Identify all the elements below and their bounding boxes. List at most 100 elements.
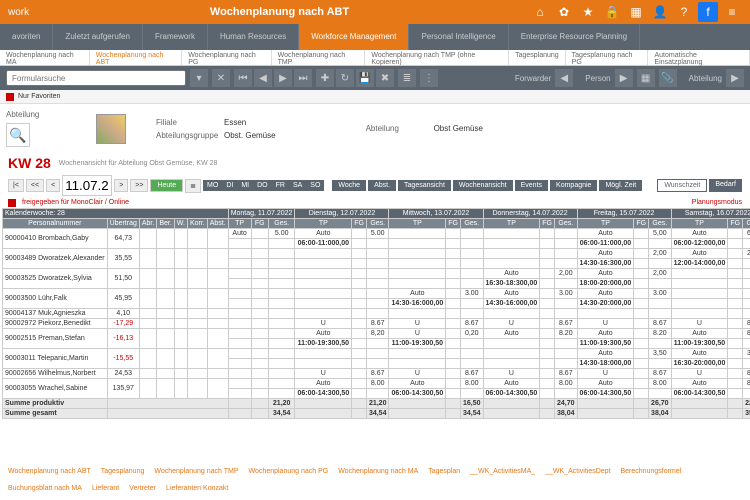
data-cell[interactable] [460, 309, 483, 319]
person-cell[interactable]: 90003011 Telepanic,Martin [3, 349, 108, 369]
table-row[interactable]: 90000410 Brombach,Gaby64,73Auto5.00Auto5… [3, 229, 750, 239]
data-cell[interactable]: U [671, 319, 728, 329]
data-cell[interactable]: Auto [389, 379, 446, 389]
data-cell[interactable] [352, 349, 367, 359]
data-cell[interactable] [634, 259, 649, 269]
data-cell[interactable] [446, 279, 461, 289]
person-cell[interactable]: 90002515 Preman,Stefan [3, 329, 108, 349]
data-cell[interactable] [649, 299, 672, 309]
data-cell[interactable] [352, 229, 367, 239]
main-tab-6[interactable]: Enterprise Resource Planning [509, 24, 640, 50]
data-cell[interactable] [295, 289, 352, 299]
data-cell[interactable] [366, 349, 389, 359]
data-cell[interactable] [634, 279, 649, 289]
data-cell[interactable] [728, 249, 743, 259]
footer-link-10[interactable]: Lieferant [92, 485, 119, 492]
data-cell[interactable] [366, 389, 389, 399]
data-cell[interactable]: 06:00-11:000,00 [577, 239, 634, 249]
data-cell[interactable]: 2,00 [649, 249, 672, 259]
data-cell[interactable] [540, 309, 555, 319]
date-input[interactable] [62, 175, 112, 196]
person-cell[interactable]: 90003525 Dworatzek,Sylvia [3, 269, 108, 289]
data-cell[interactable]: 06:00-14:300,50 [483, 389, 540, 399]
data-cell[interactable] [728, 289, 743, 299]
data-cell[interactable] [251, 369, 268, 379]
data-cell[interactable]: 14:30-20:000,00 [577, 299, 634, 309]
data-cell[interactable] [728, 229, 743, 239]
data-cell[interactable] [540, 249, 555, 259]
data-cell[interactable] [446, 359, 461, 369]
menu-icon[interactable]: ≡ [722, 2, 742, 22]
data-cell[interactable] [268, 329, 295, 339]
data-cell[interactable] [295, 249, 352, 259]
data-cell[interactable]: 18:00-20:000,00 [577, 279, 634, 289]
data-cell[interactable]: Auto [295, 379, 352, 389]
data-cell[interactable]: 8.00 [366, 379, 389, 389]
data-cell[interactable] [268, 309, 295, 319]
data-cell[interactable] [366, 289, 389, 299]
sub-tab-2[interactable]: Wochenplanung nach PG [182, 50, 271, 65]
data-cell[interactable] [540, 289, 555, 299]
data-cell[interactable] [460, 249, 483, 259]
day-btn-mi[interactable]: MI [237, 180, 253, 191]
data-cell[interactable]: 8,20 [366, 329, 389, 339]
data-cell[interactable] [352, 319, 367, 329]
data-cell[interactable] [366, 239, 389, 249]
data-cell[interactable] [446, 369, 461, 379]
data-cell[interactable] [389, 309, 446, 319]
fav-label[interactable]: Nur Favoriten [18, 93, 60, 100]
data-cell[interactable] [268, 239, 295, 249]
data-cell[interactable]: 16:30-20:000,00 [671, 359, 728, 369]
data-cell[interactable] [228, 339, 251, 349]
data-cell[interactable] [228, 359, 251, 369]
data-cell[interactable] [366, 279, 389, 289]
data-cell[interactable]: 6.00 [743, 229, 750, 239]
day-btn-mo[interactable]: MO [203, 180, 222, 191]
data-cell[interactable] [634, 339, 649, 349]
data-cell[interactable] [728, 319, 743, 329]
data-cell[interactable] [460, 359, 483, 369]
data-cell[interactable] [649, 359, 672, 369]
attach-icon[interactable]: 📎 [659, 69, 677, 87]
main-tab-1[interactable]: Zuletzt aufgerufen [53, 24, 142, 50]
data-cell[interactable] [251, 309, 268, 319]
data-cell[interactable] [295, 309, 352, 319]
data-cell[interactable] [295, 299, 352, 309]
sub-tab-4[interactable]: Wochenplanung nach TMP (ohne Kopieren) [365, 50, 509, 65]
data-cell[interactable] [634, 289, 649, 299]
data-cell[interactable] [483, 359, 540, 369]
data-cell[interactable] [352, 289, 367, 299]
dropdown-icon[interactable]: ▾ [190, 69, 208, 87]
data-cell[interactable] [540, 339, 555, 349]
data-cell[interactable] [295, 269, 352, 279]
data-cell[interactable] [268, 279, 295, 289]
data-cell[interactable]: 8.67 [743, 319, 750, 329]
data-cell[interactable] [460, 269, 483, 279]
data-cell[interactable]: 5.00 [268, 229, 295, 239]
data-cell[interactable] [649, 339, 672, 349]
table-row[interactable]: 90003011 Telepanic,Martin-15,55Auto3,50A… [3, 349, 750, 359]
data-cell[interactable]: U [483, 369, 540, 379]
main-tab-2[interactable]: Framework [143, 24, 208, 50]
person-cell[interactable]: 90004137 Muk,Agnieszka [3, 309, 108, 319]
data-cell[interactable] [555, 389, 578, 399]
day-btn-sa[interactable]: SA [289, 180, 306, 191]
person-cell[interactable]: 90002972 Piekorz,Benedikt [3, 319, 108, 329]
action-btn-5[interactable]: Kompagnie [550, 180, 597, 191]
data-cell[interactable]: 3,50 [649, 349, 672, 359]
prev-icon[interactable]: ◀ [254, 69, 272, 87]
data-cell[interactable]: Auto [671, 229, 728, 239]
data-cell[interactable] [649, 279, 672, 289]
data-cell[interactable] [366, 259, 389, 269]
data-cell[interactable]: Auto [228, 229, 251, 239]
next-icon[interactable]: ▶ [274, 69, 292, 87]
data-cell[interactable] [728, 259, 743, 269]
data-cell[interactable]: 16:30-18:300,00 [483, 279, 540, 289]
data-cell[interactable]: 2,00 [649, 269, 672, 279]
data-cell[interactable]: 12:00-14:000,00 [671, 259, 728, 269]
nav-next-icon[interactable]: > [114, 179, 128, 192]
fwd-prev-icon[interactable]: ◀ [555, 69, 573, 87]
data-cell[interactable] [555, 339, 578, 349]
data-cell[interactable]: U [295, 319, 352, 329]
data-cell[interactable] [446, 309, 461, 319]
